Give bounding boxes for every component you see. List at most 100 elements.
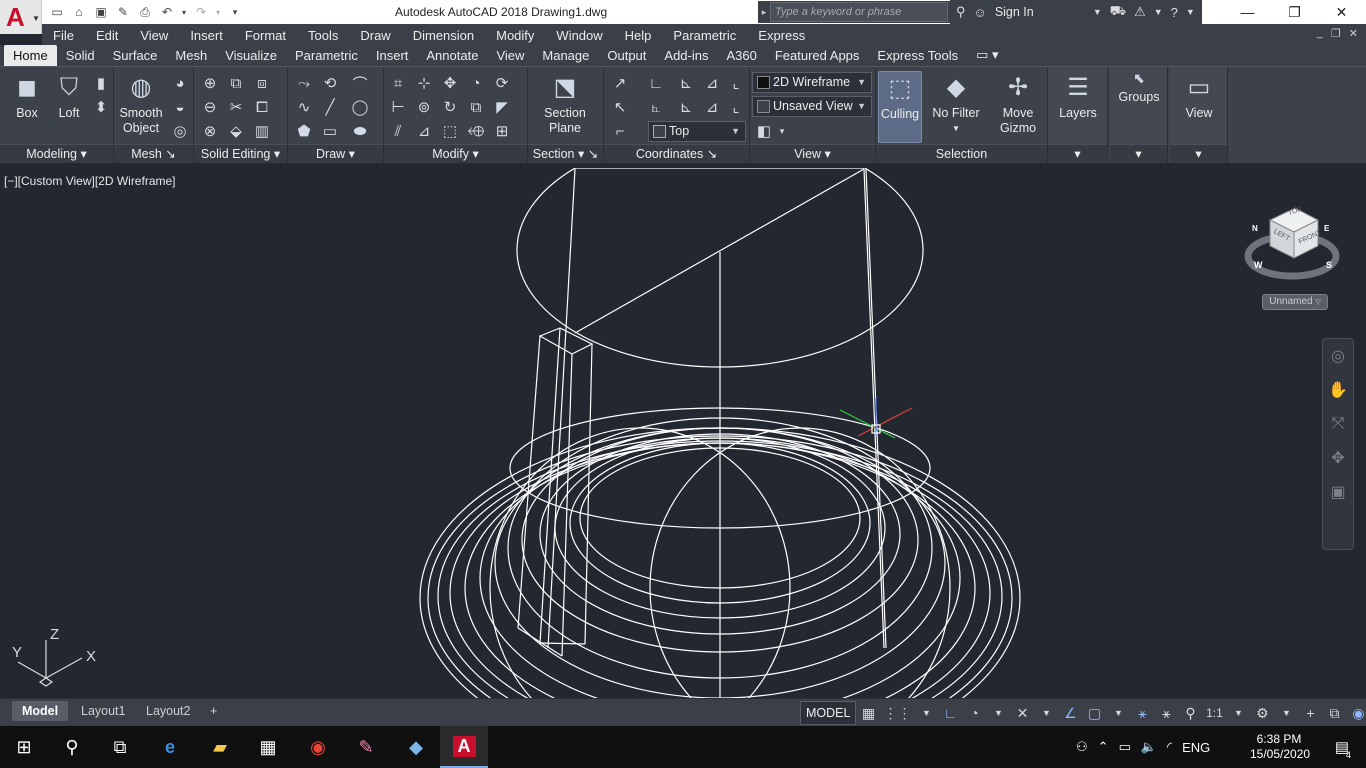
tab-annotate[interactable]: Annotate <box>417 45 487 67</box>
arc-icon[interactable]: ⌒ <box>350 73 370 93</box>
isodraft-dropdown-icon[interactable]: ▼ <box>1034 701 1058 725</box>
panel-label-selection[interactable]: Selection <box>876 144 1047 163</box>
file-explorer-icon[interactable]: ▰ <box>196 726 244 768</box>
add-layout-icon[interactable]: + <box>200 701 227 721</box>
show-hidden-icons-icon[interactable]: ⌃ <box>1098 739 1109 755</box>
panel-label-draw[interactable]: Draw ▾ <box>288 144 383 163</box>
search-icon[interactable]: ⚲ <box>48 726 96 768</box>
ucs-menu-dropdown[interactable]: Unnamed ▽ <box>1262 294 1328 310</box>
isolate-objects-icon[interactable]: ⧉ <box>1322 701 1346 725</box>
redo-dropdown-icon[interactable]: ▾ <box>214 4 222 20</box>
subtract-icon[interactable]: ⊖ <box>200 97 220 117</box>
extrude-faces-icon[interactable]: ⧠ <box>252 97 272 117</box>
ucs-previous-icon[interactable]: ⦜ <box>646 97 666 117</box>
extrude-icon[interactable]: ▮ <box>91 73 111 93</box>
mesh-smooth-less-icon[interactable]: ◒ <box>170 97 190 117</box>
workspace-dropdown-icon[interactable]: ▼ <box>1274 701 1298 725</box>
menu-format[interactable]: Format <box>234 28 297 43</box>
minimize-icon[interactable]: — <box>1224 0 1271 24</box>
undo-dropdown-icon[interactable]: ▾ <box>180 4 188 20</box>
tab-mesh[interactable]: Mesh <box>166 45 216 67</box>
restore-icon[interactable]: ❐ <box>1271 0 1318 24</box>
presspull-icon[interactable]: ⬍ <box>91 97 111 117</box>
customize-qat-icon[interactable]: ▾ <box>226 4 244 20</box>
scale-icon[interactable]: ⬚ <box>440 121 460 141</box>
a360-icon[interactable]: ⚠ <box>1134 4 1146 20</box>
ribbon-options-icon[interactable]: ▭ ▾ <box>967 44 1007 67</box>
viewcube[interactable]: TOP LEFT FRONT W S N E Unnamed ▽ <box>1240 198 1345 318</box>
tab-visualize[interactable]: Visualize <box>216 45 286 67</box>
slice-icon[interactable]: ✂ <box>226 97 246 117</box>
menu-modify[interactable]: Modify <box>485 28 545 43</box>
layers-button[interactable]: ☰ Layers <box>1051 71 1105 121</box>
viewport-config-icon[interactable]: ◧ <box>754 121 774 141</box>
menu-dimension[interactable]: Dimension <box>402 28 485 43</box>
separate-icon[interactable]: ▥ <box>252 121 272 141</box>
compass-west[interactable]: W <box>1254 260 1263 270</box>
layout-tab-layout1[interactable]: Layout1 <box>71 701 135 721</box>
3d-polyline-icon[interactable]: ⟲ <box>320 73 340 93</box>
object-snap-icon[interactable]: ▢ <box>1082 701 1106 725</box>
menu-draw[interactable]: Draw <box>349 28 401 43</box>
hardware-acceleration-icon[interactable]: ◉ <box>1346 701 1366 725</box>
app-icon[interactable]: ◆ <box>392 726 440 768</box>
steering-wheel-icon[interactable]: ◎ <box>1323 339 1353 373</box>
groups-expand-icon[interactable]: ▾ <box>1110 144 1167 163</box>
ucs-object-icon[interactable]: ⊿ <box>702 97 722 117</box>
panel-label-coordinates[interactable]: Coordinates ↘ <box>604 144 749 163</box>
fillet-edge-icon[interactable]: ◔ <box>466 73 486 93</box>
new-file-icon[interactable]: ▭ <box>48 4 66 20</box>
isodraft-icon[interactable]: ✕ <box>1010 701 1034 725</box>
cart-icon[interactable]: ⛟ <box>1110 3 1126 21</box>
a360-dropdown-icon[interactable]: ▼ <box>1154 7 1163 17</box>
move-icon[interactable]: ✥ <box>440 73 460 93</box>
intersect-icon[interactable]: ⊗ <box>200 121 220 141</box>
3d-mirror-icon[interactable]: ⊚ <box>414 97 434 117</box>
pan-icon[interactable]: ✋ <box>1323 373 1353 407</box>
showmotion-icon[interactable]: ▣ <box>1323 475 1353 509</box>
extend-icon[interactable]: ⊢ <box>388 97 408 117</box>
help-dropdown-icon[interactable]: ▼ <box>1186 7 1195 17</box>
panel-label-solid-editing[interactable]: Solid Editing ▾ <box>194 144 287 163</box>
tab-add-ins[interactable]: Add-ins <box>655 45 717 67</box>
move-gizmo-button[interactable]: ✢ Move Gizmo <box>990 71 1046 136</box>
named-view-dropdown[interactable]: Unsaved View ▼ <box>752 96 872 117</box>
panel-label-mesh[interactable]: Mesh ↘ <box>114 144 193 163</box>
ucs-view-dropdown[interactable]: Top ▼ <box>648 121 746 142</box>
annotation-monitor-icon[interactable]: + <box>1298 701 1322 725</box>
clock[interactable]: 6:38 PM 15/05/2020 <box>1250 732 1310 762</box>
ucs-y-icon[interactable]: ⌞ <box>726 73 746 93</box>
rectangle-icon[interactable]: ▭ <box>320 121 340 141</box>
help-icon[interactable]: ? <box>1171 5 1178 20</box>
ortho-icon[interactable]: ∟ <box>938 701 962 725</box>
offset-icon[interactable]: ⫽ <box>388 121 408 141</box>
snap-icon[interactable]: ⋮⋮ <box>880 701 914 725</box>
grid-icon[interactable]: ▦ <box>856 701 880 725</box>
drawing-canvas[interactable]: [−][Custom View][2D Wireframe] TOP LEFT … <box>0 168 1366 698</box>
user-icon[interactable]: ☺ <box>974 5 987 20</box>
plot-icon[interactable]: ⎙ <box>136 4 154 20</box>
menu-file[interactable]: File <box>42 28 85 43</box>
loft-button[interactable]: ⛉ Loft <box>42 71 96 121</box>
polyline-icon[interactable]: ⤳ <box>294 73 314 93</box>
menu-edit[interactable]: Edit <box>85 28 129 43</box>
ucs-z-icon[interactable]: ⌞ <box>726 97 746 117</box>
calculator-icon[interactable]: ▦ <box>244 726 292 768</box>
interfere-icon[interactable]: ⧉ <box>226 73 246 93</box>
notifications-icon[interactable]: ▤ 4 <box>1318 726 1366 768</box>
ellipse-icon[interactable]: ⬬ <box>350 121 370 141</box>
layers-expand-icon[interactable]: ▾ <box>1048 144 1107 163</box>
people-icon[interactable]: ⚇ <box>1076 739 1088 755</box>
menu-tools[interactable]: Tools <box>297 28 349 43</box>
tab-featured-apps[interactable]: Featured Apps <box>766 45 869 67</box>
doc-restore-icon[interactable]: ❐ <box>1331 27 1341 40</box>
binoculars-icon[interactable]: ⚲ <box>956 4 966 20</box>
ucs-face-icon[interactable]: ⌐ <box>610 121 630 141</box>
culling-button[interactable]: ⬚ Culling <box>878 71 922 143</box>
no-filter-button[interactable]: ◆ No Filter ▼ <box>928 71 984 136</box>
language-indicator[interactable]: ENG <box>1182 740 1210 755</box>
save-as-icon[interactable]: ✎ <box>114 4 132 20</box>
panel-label-view[interactable]: View ▾ <box>750 144 875 163</box>
compass-south[interactable]: S <box>1326 260 1332 270</box>
menu-parametric[interactable]: Parametric <box>662 28 747 43</box>
